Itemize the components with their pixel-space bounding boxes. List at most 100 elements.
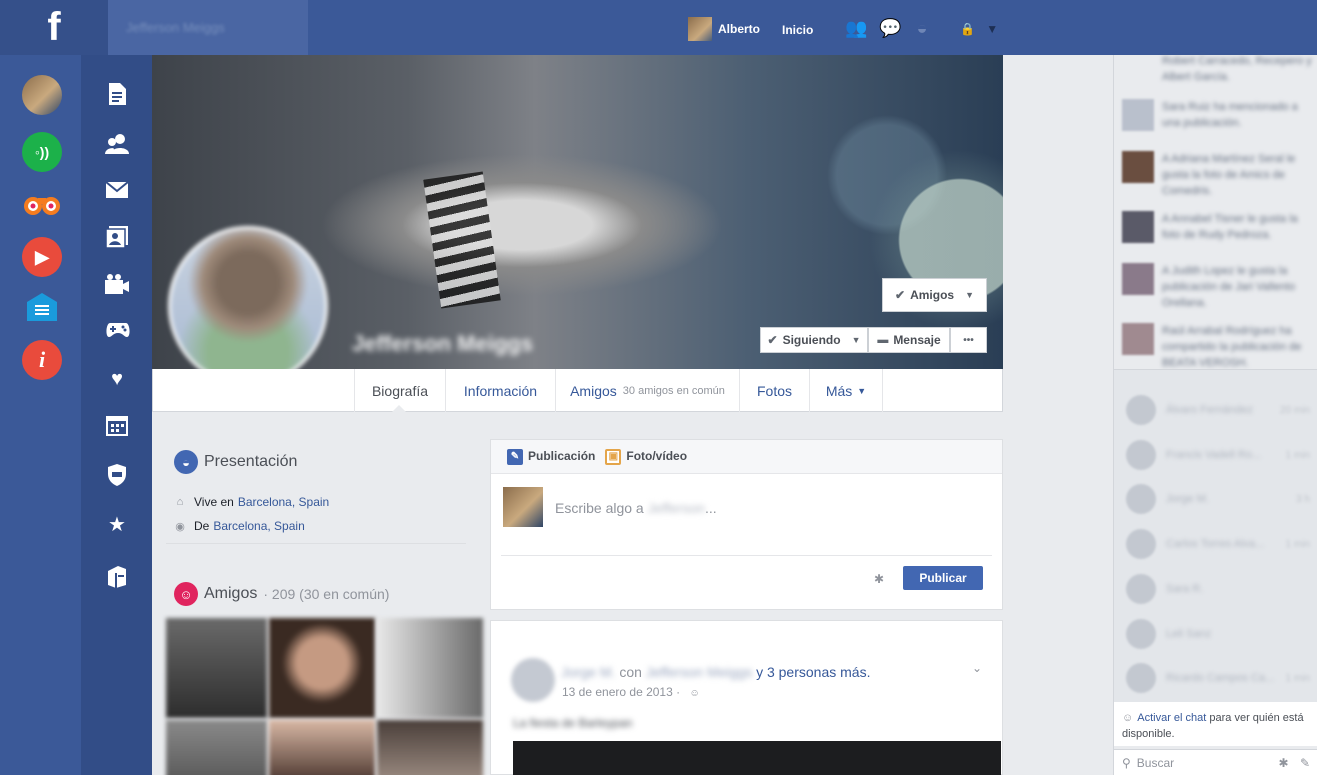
friend-thumbnail[interactable] <box>377 618 483 718</box>
post-with: con <box>619 664 642 680</box>
ticker-item[interactable]: A Annabel Tisner le gusta la foto de Rud… <box>1122 211 1312 243</box>
gear-icon[interactable]: ✱ <box>1279 756 1289 770</box>
audience-friends-icon[interactable]: ☺ <box>689 688 699 699</box>
play-icon[interactable]: ▶ <box>22 237 62 277</box>
chat-contact[interactable]: Álvaro Fernández 20 min <box>1126 394 1310 426</box>
chevron-down-icon: ▼ <box>965 290 974 300</box>
post-others-link[interactable]: y 3 personas más. <box>756 664 870 680</box>
menu-icon[interactable] <box>22 287 62 327</box>
messages-icon[interactable]: 💬 <box>879 18 901 38</box>
from-link[interactable]: Barcelona, Spain <box>213 519 304 533</box>
tab-informacion[interactable]: Información <box>445 369 555 412</box>
photos-icon[interactable] <box>105 225 129 249</box>
rss-icon[interactable]: ◦)) <box>22 132 62 172</box>
chat-avatar <box>1126 663 1156 693</box>
chat-search-placeholder: Buscar <box>1136 755 1175 770</box>
activate-chat-link[interactable]: Activar el chat <box>1137 712 1206 724</box>
tab-amigos[interactable]: Amigos 30 amigos en común <box>555 369 739 412</box>
privacy-lock-icon[interactable]: 🔒 ▼ <box>960 22 998 36</box>
chat-time: 1 min <box>1285 672 1310 684</box>
ticker-item[interactable]: Sara Ruiz ha mencionado a una publicació… <box>1122 99 1312 131</box>
document-icon[interactable] <box>105 82 129 106</box>
home-icon: ⌂ <box>176 496 184 508</box>
calendar-icon[interactable] <box>105 414 129 438</box>
friends-title[interactable]: Amigos <box>204 585 257 603</box>
tab-mas[interactable]: Más ▼ <box>809 369 883 412</box>
tab-foto-video[interactable]: ▣ Foto/vídeo <box>605 448 688 465</box>
check-icon: ✔ <box>767 333 778 347</box>
more-options-button[interactable]: ••• <box>950 327 987 353</box>
chat-avatar <box>1126 619 1156 649</box>
chat-contact[interactable]: Francis Vadell Ro... 1 min <box>1126 439 1310 471</box>
lives-in-link[interactable]: Barcelona, Spain <box>238 495 329 509</box>
mensaje-button[interactable]: ▬ Mensaje <box>868 327 950 353</box>
archive-icon[interactable] <box>105 565 129 589</box>
composer-input[interactable]: Escribe algo a Jefferson... <box>555 500 717 516</box>
check-icon: ✔ <box>895 288 906 302</box>
friends-count: · 209 (30 en común) <box>263 586 390 602</box>
info-icon[interactable]: i <box>22 340 62 380</box>
tab-biografia-label: Biografía <box>371 382 429 399</box>
ticker-text: Raúl Arrabal Rodríguez ha compartido la … <box>1162 325 1302 369</box>
binoculars-icon[interactable] <box>22 185 62 225</box>
chat-contact[interactable]: Leli Sanz <box>1126 618 1310 650</box>
friends-icon[interactable]: 👥 <box>845 18 867 38</box>
profile-picture[interactable] <box>168 226 328 386</box>
chat-name: Jorge M. <box>1166 493 1209 505</box>
friend-thumbnail[interactable] <box>269 618 375 718</box>
compose-icon[interactable]: ✎ <box>1300 756 1310 770</box>
gear-icon[interactable]: ✱ <box>874 572 884 586</box>
post-image[interactable] <box>513 741 1001 775</box>
tab-fotos[interactable]: Fotos <box>739 369 809 412</box>
facebook-logo[interactable]: f <box>0 0 108 55</box>
chat-contact[interactable]: Ricardo Campos Ca... 1 min <box>1126 662 1310 694</box>
avatar[interactable] <box>22 75 62 115</box>
post-tagged[interactable]: Jefferson Meiggs <box>646 664 752 680</box>
tab-publicacion-label: Publicación <box>528 448 596 463</box>
chevron-down-icon[interactable]: ⌄ <box>972 661 982 675</box>
chat-contact[interactable]: Sara R. <box>1126 573 1310 605</box>
composer-target-name: Jefferson <box>647 500 705 516</box>
globe-icon: ◒ <box>174 450 198 474</box>
ticker-item[interactable]: A Adriana Martínez Seral le gusta la fot… <box>1122 151 1312 199</box>
pencil-icon: ✎ <box>507 448 523 465</box>
lives-in-line: ⌂ Vive en Barcelona, Spain <box>174 495 330 509</box>
search-input[interactable]: Jefferson Meiggs <box>108 0 308 55</box>
home-link[interactable]: Inicio <box>782 23 813 37</box>
chat-contact[interactable]: Carlos Torres Alva... 1 min <box>1126 528 1310 560</box>
ticker-item[interactable]: Raúl Arrabal Rodríguez ha compartido la … <box>1122 323 1312 371</box>
composer-tabs: ✎ Publicación ▣ Foto/vídeo <box>491 440 1002 474</box>
tab-publicacion[interactable]: ✎ Publicación <box>507 448 596 465</box>
gamepad-icon[interactable] <box>105 321 130 345</box>
profile-link[interactable]: Alberto <box>688 17 760 41</box>
friend-thumbnail[interactable] <box>166 618 267 718</box>
ticker-text: A Adriana Martínez Seral le gusta la fot… <box>1162 153 1296 197</box>
video-icon[interactable] <box>105 274 129 298</box>
post-date[interactable]: 13 de enero de 2013 <box>562 685 673 699</box>
tab-mas-label: Más <box>825 382 853 399</box>
friend-thumbnail[interactable] <box>269 720 375 775</box>
chat-time: 1 min <box>1285 538 1310 550</box>
star-icon[interactable]: ★ <box>105 513 129 537</box>
tab-foto-video-label: Foto/vídeo <box>626 448 688 463</box>
heart-icon[interactable]: ♥ <box>105 367 129 391</box>
lives-in-prefix: Vive en <box>194 495 234 509</box>
friends-icon[interactable] <box>105 133 129 157</box>
envelope-icon[interactable] <box>105 180 129 204</box>
siguiendo-button[interactable]: ✔ Siguiendo ▼ <box>760 327 868 353</box>
ticker-item[interactable]: Robert Carracedo, Recepero y Albert Garc… <box>1122 53 1312 85</box>
post-author[interactable]: Jorge M. <box>561 664 615 680</box>
chat-contact[interactable]: Jorge M. 3 h <box>1126 483 1310 515</box>
shield-icon[interactable] <box>105 463 129 487</box>
friend-thumbnail[interactable] <box>377 720 483 775</box>
post-author-avatar[interactable] <box>511 658 555 702</box>
amigos-button[interactable]: ✔ Amigos ▼ <box>882 278 987 312</box>
account-menu-chevron-icon[interactable]: ▼ <box>986 22 998 36</box>
chat-search-input[interactable]: ⚲ Buscar ✱ ✎ <box>1114 749 1317 775</box>
friend-thumbnail[interactable] <box>166 720 267 775</box>
search-query: Jefferson Meiggs <box>126 20 225 35</box>
notifications-globe-icon[interactable]: ◒ <box>912 18 932 38</box>
publish-button[interactable]: Publicar <box>903 566 983 590</box>
siguiendo-label: Siguiendo <box>782 333 841 347</box>
ticker-item[interactable]: A Judith Lopez le gusta la publicación d… <box>1122 263 1312 311</box>
